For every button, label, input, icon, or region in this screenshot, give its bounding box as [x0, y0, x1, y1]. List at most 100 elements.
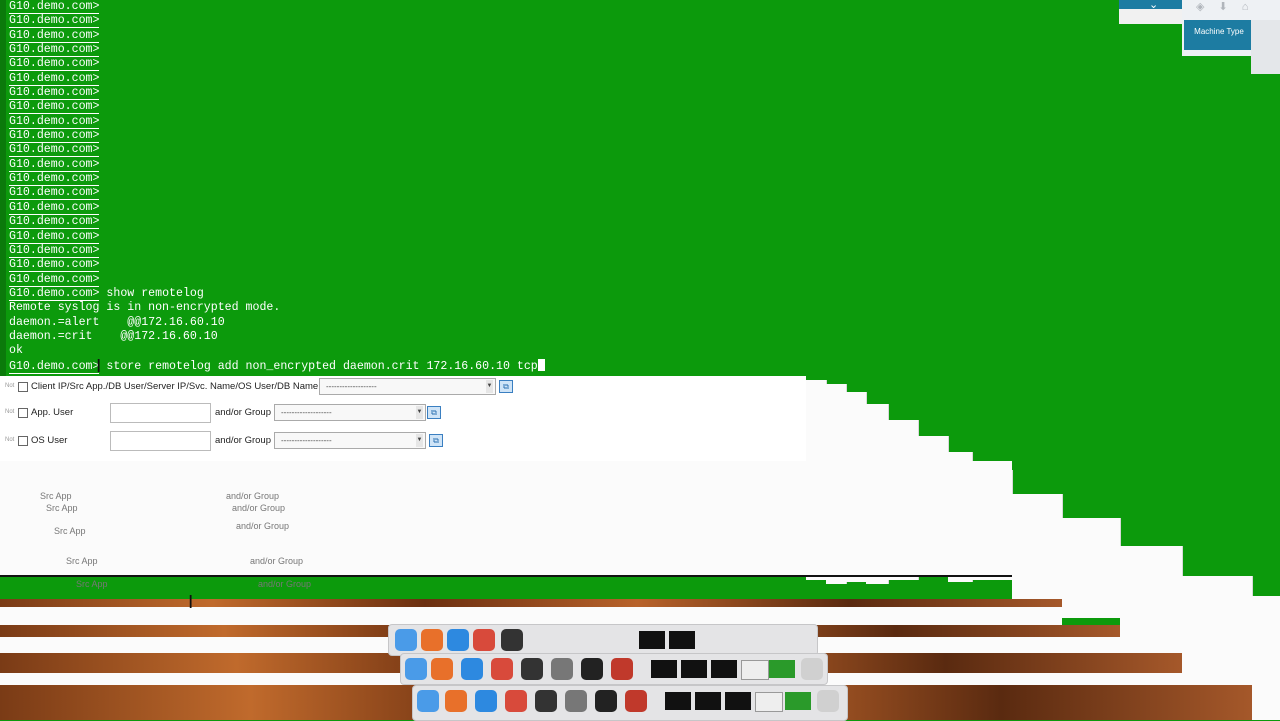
terminal-prompt: G10.demo.com> — [9, 186, 100, 201]
chrome-icon — [473, 629, 495, 651]
terminal-line: G10.demo.com> — [9, 272, 545, 287]
os-user-select-value: ------------------- — [281, 436, 332, 445]
app-user-picker-icon[interactable]: ⧉ — [427, 406, 441, 419]
terminal-line: G10.demo.com> — [9, 71, 545, 86]
collapsed-panel[interactable]: ⌄ — [1119, 0, 1182, 24]
window-thumb[interactable] — [769, 660, 795, 678]
firefox-icon[interactable] — [431, 658, 453, 680]
window-thumb[interactable] — [695, 692, 721, 710]
window-thumb[interactable] — [681, 660, 707, 678]
terminal-prompt: G10.demo.com> — [9, 243, 100, 258]
parallels-icon[interactable] — [611, 658, 633, 680]
activity-monitor-icon[interactable] — [521, 658, 543, 680]
terminal-line: G10.demo.com> — [9, 114, 545, 129]
toolbar-icons: ◈⬇⌂ — [1196, 0, 1262, 13]
terminal-line: G10.demo.com> — [9, 258, 545, 273]
chrome-icon[interactable] — [505, 690, 527, 712]
chevron-down-icon[interactable]: ⌄ — [1149, 0, 1158, 11]
terminal-prompt: G10.demo.com> — [9, 229, 100, 244]
terminal-prompt: G10.demo.com> — [9, 143, 100, 158]
terminal-output-text: Remote syslog is in non-encrypted mode. — [9, 301, 281, 315]
terminal-icon[interactable] — [595, 690, 617, 712]
terminal-prompt: G10.demo.com> — [9, 0, 100, 14]
terminal-line: Remote syslog is in non-encrypted mode. — [9, 301, 545, 315]
terminal-line: G10.demo.com> — [9, 186, 545, 201]
app-user-input[interactable] — [110, 403, 211, 423]
terminal-line: G10.demo.com> store remotelog add non_en… — [9, 358, 545, 374]
terminal-output-text: ok — [9, 344, 23, 358]
terminal-line: G10.demo.com> — [9, 43, 545, 58]
terminal-window[interactable]: G10.demo.com> G10.demo.com> G10.demo.com> G… — [0, 0, 1120, 376]
finder-icon[interactable] — [417, 690, 439, 712]
ghost-panel — [0, 607, 1062, 625]
safari-icon[interactable] — [475, 690, 497, 712]
terminal-output: G10.demo.com> G10.demo.com> G10.demo.com> G… — [9, 0, 545, 374]
not-label: Not — [5, 437, 15, 443]
window-thumb[interactable] — [755, 692, 783, 712]
terminal-line: G10.demo.com> — [9, 229, 545, 244]
activity-monitor-icon — [501, 629, 523, 651]
terminal-prompt: G10.demo.com> — [9, 57, 100, 72]
chevron-down-icon: ▼ — [486, 380, 493, 393]
system-preferences-icon[interactable] — [565, 690, 587, 712]
terminal-line: daemon.=alert @@172.16.60.10 — [9, 316, 545, 330]
os-user-not-checkbox[interactable] — [18, 436, 28, 446]
os-user-input[interactable] — [110, 431, 211, 451]
ghost-src-app: Src App — [40, 491, 72, 501]
finder-icon[interactable] — [405, 658, 427, 680]
client-picker-icon[interactable]: ⧉ — [499, 380, 513, 393]
terminal-prompt: G10.demo.com> — [9, 258, 100, 273]
app-user-group-label: and/or Group — [215, 407, 271, 418]
terminal-prompt: G10.demo.com> — [9, 100, 100, 115]
parallels-icon[interactable] — [625, 690, 647, 712]
dock-ghost — [388, 624, 818, 656]
ghost-src-app: Src App — [66, 556, 98, 566]
trash-icon[interactable] — [817, 690, 839, 712]
os-user-picker-icon[interactable]: ⧉ — [429, 434, 443, 447]
client-filter-select[interactable]: ------------------- ▼ — [319, 378, 496, 395]
window-thumb[interactable] — [785, 692, 811, 710]
terminal-prompt: G10.demo.com> — [9, 200, 100, 215]
app-user-not-checkbox[interactable] — [18, 408, 28, 418]
os-user-group-select[interactable]: ------------------- ▼ — [274, 432, 426, 449]
terminal-prompt: G10.demo.com> — [9, 28, 100, 43]
ghost-group-label: and/or Group — [258, 579, 312, 589]
window-thumb — [639, 631, 665, 649]
chrome-icon[interactable] — [491, 658, 513, 680]
firefox-icon[interactable] — [445, 690, 467, 712]
chevron-down-icon: ▼ — [416, 406, 423, 419]
terminal-prompt: G10.demo.com> — [9, 286, 100, 301]
window-thumb[interactable] — [665, 692, 691, 710]
window-thumb — [669, 631, 695, 649]
terminal-prompt: G10.demo.com> — [9, 14, 100, 29]
trash-icon[interactable] — [801, 658, 823, 680]
terminal-line: G10.demo.com> — [9, 100, 545, 115]
window-thumb[interactable] — [711, 660, 737, 678]
terminal-line: G10.demo.com> — [9, 172, 545, 187]
system-preferences-icon[interactable] — [551, 658, 573, 680]
safari-icon[interactable] — [461, 658, 483, 680]
not-label: Not — [5, 409, 15, 415]
app-user-group-select[interactable]: ------------------- ▼ — [274, 404, 426, 421]
text-cursor-icon: I — [96, 356, 102, 377]
filter-form: Not Client IP/Src App./DB User/Server IP… — [0, 376, 806, 461]
window-thumb[interactable] — [651, 660, 677, 678]
machine-type-label: Machine Type — [1194, 27, 1244, 36]
terminal-line: G10.demo.com> — [9, 14, 545, 29]
terminal-icon[interactable] — [581, 658, 603, 680]
client-not-checkbox[interactable] — [18, 382, 28, 392]
shield-icon[interactable]: ◈ — [1196, 1, 1218, 13]
terminal-line: G10.demo.com> — [9, 157, 545, 172]
terminal-line: G10.demo.com> — [9, 129, 545, 144]
window-thumb[interactable] — [741, 660, 769, 680]
terminal-line: G10.demo.com> — [9, 0, 545, 14]
activity-monitor-icon[interactable] — [535, 690, 557, 712]
terminal-prompt: G10.demo.com> — [9, 272, 100, 287]
terminal-prompt: G10.demo.com> — [9, 71, 100, 86]
safari-icon — [447, 629, 469, 651]
window-thumb[interactable] — [725, 692, 751, 710]
download-icon[interactable]: ⬇ — [1218, 1, 1241, 13]
home-icon[interactable]: ⌂ — [1242, 1, 1263, 13]
terminal-prompt: G10.demo.com> — [9, 86, 100, 101]
chevron-down-icon: ▼ — [416, 434, 423, 447]
